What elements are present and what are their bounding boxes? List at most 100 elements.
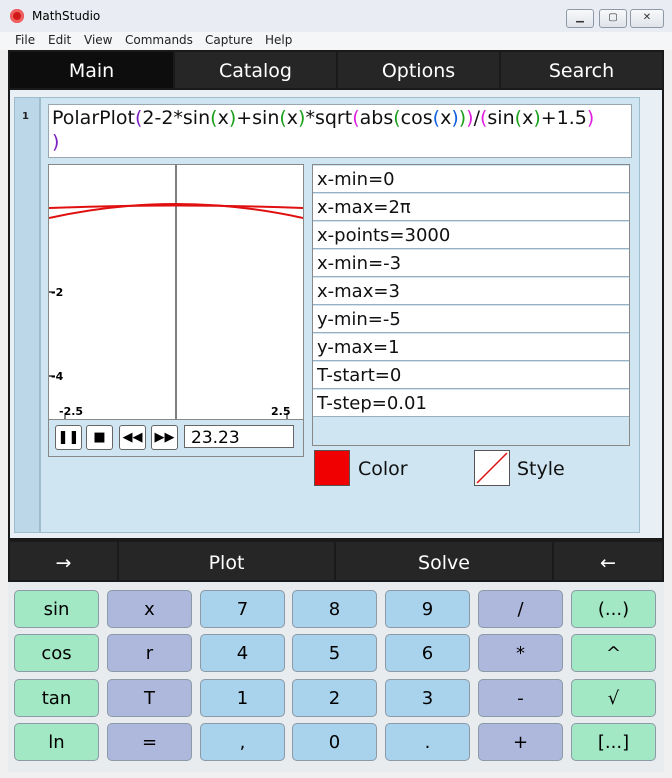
expression-text-continued: )	[52, 131, 60, 153]
tab-catalog[interactable]: Catalog	[175, 52, 336, 88]
param-row[interactable]: y-max=1	[313, 334, 629, 361]
expression-token: PolarPlot	[52, 107, 135, 129]
expression-token: cos	[400, 107, 433, 129]
key-sym-0-6[interactable]: (...)	[571, 590, 656, 628]
menu-edit[interactable]: Edit	[48, 33, 71, 47]
key-6[interactable]: 6	[385, 634, 470, 672]
x-tick-label: -2.5	[59, 405, 83, 418]
key-sin[interactable]: sin	[14, 590, 99, 628]
expression-token: (	[210, 107, 218, 129]
key-7[interactable]: 7	[200, 590, 285, 628]
expression-token: (	[432, 107, 441, 129]
key-0[interactable]: 0	[292, 723, 377, 761]
expression-token: (	[352, 107, 360, 129]
expression-token: x	[217, 107, 229, 129]
line-style-icon	[476, 452, 508, 484]
fast-forward-button[interactable]: ▶▶	[151, 425, 178, 450]
param-row[interactable]: y-min=-5	[313, 306, 629, 333]
key-x[interactable]: x	[107, 590, 192, 628]
expression-token: *sqrt	[305, 107, 353, 129]
color-label: Color	[358, 458, 408, 480]
y-tick-label: -2	[51, 286, 63, 299]
param-row[interactable]: x-max=3	[313, 278, 629, 305]
key-ln[interactable]: ln	[14, 723, 99, 761]
stop-icon: ■	[93, 430, 106, 445]
line-style-swatch[interactable]	[474, 450, 510, 486]
expression-token: )	[466, 107, 474, 129]
menu-commands[interactable]: Commands	[125, 33, 193, 47]
pause-icon: ❚❚	[57, 430, 80, 445]
expression-token: sin	[487, 107, 515, 129]
tab-main[interactable]: Main	[10, 52, 173, 88]
expression-token: abs	[359, 107, 394, 129]
expression-token: )	[451, 107, 459, 129]
key-sym-3-5[interactable]: +	[478, 723, 563, 761]
maximize-button[interactable]: ▢	[599, 9, 627, 28]
param-row[interactable]: T-start=0	[313, 362, 629, 389]
expression-token: x	[286, 107, 299, 129]
key-sym-3-1[interactable]: =	[107, 723, 192, 761]
key-9[interactable]: 9	[385, 590, 470, 628]
expression-text[interactable]: PolarPlot(2-2*sin(x)+sin(x)*sqrt(abs(cos…	[52, 107, 594, 129]
key-2[interactable]: 2	[292, 679, 377, 717]
key-sym-3-2[interactable]: ,	[200, 723, 285, 761]
param-row[interactable]: x-points=3000	[313, 222, 629, 249]
fast-forward-icon: ▶▶	[154, 430, 175, 445]
key-cos[interactable]: cos	[14, 634, 99, 672]
key-sym-3-4[interactable]: .	[385, 723, 470, 761]
tab-search[interactable]: Search	[501, 52, 662, 88]
menu-capture[interactable]: Capture	[205, 33, 253, 47]
param-row[interactable]: x-max=2π	[313, 194, 629, 221]
key-T[interactable]: T	[107, 679, 192, 717]
cell-number: 1	[22, 111, 29, 122]
key-r[interactable]: r	[107, 634, 192, 672]
cell-gutter[interactable]	[14, 97, 40, 533]
window-title: MathStudio	[32, 9, 101, 23]
menu-help[interactable]: Help	[265, 33, 292, 47]
expression-token: x	[440, 107, 452, 129]
expression-token: (	[514, 107, 523, 129]
minimize-button[interactable]: ▁	[566, 9, 594, 28]
key-sym-2-5[interactable]: -	[478, 679, 563, 717]
back-button[interactable]: ←	[554, 542, 662, 580]
next-button[interactable]: →	[10, 542, 117, 580]
key-8[interactable]: 8	[292, 590, 377, 628]
stop-button[interactable]: ■	[86, 425, 113, 450]
key-tan[interactable]: tan	[14, 679, 99, 717]
expression-token: )	[586, 107, 595, 129]
menu-view[interactable]: View	[84, 33, 112, 47]
plot-canvas: -2 -4 -2.5 2.5	[49, 165, 303, 419]
key-sym-1-5[interactable]: *	[478, 634, 563, 672]
key-5[interactable]: 5	[292, 634, 377, 672]
expression-token: )	[533, 107, 541, 129]
style-label: Style	[517, 458, 565, 480]
app-logo-icon	[10, 9, 24, 23]
expression-token: (	[393, 107, 401, 129]
key-4[interactable]: 4	[200, 634, 285, 672]
key-sym-2-6[interactable]: √	[571, 679, 656, 717]
expression-token: 2-2*sin	[142, 107, 211, 129]
time-value-field[interactable]: 23.23	[184, 425, 294, 448]
tab-options[interactable]: Options	[338, 52, 499, 88]
rewind-button[interactable]: ◀◀	[119, 425, 146, 450]
key-sym-1-6[interactable]: ^	[571, 634, 656, 672]
color-swatch[interactable]	[314, 450, 350, 486]
polar-plot-graph[interactable]: -2 -4 -2.5 2.5	[48, 164, 304, 420]
expression-token: (	[279, 107, 287, 129]
param-row[interactable]: x-min=0	[313, 166, 629, 193]
param-row[interactable]: x-min=-3	[313, 250, 629, 277]
key-sym-3-6[interactable]: [...]	[571, 723, 656, 761]
x-tick-label: 2.5	[271, 405, 291, 418]
param-row[interactable]: T-step=0.01	[313, 390, 629, 417]
rewind-icon: ◀◀	[122, 430, 143, 445]
plot-button[interactable]: Plot	[119, 542, 334, 580]
menu-file[interactable]: File	[15, 33, 35, 47]
key-1[interactable]: 1	[200, 679, 285, 717]
y-tick-label: -4	[51, 370, 64, 383]
key-sym-0-5[interactable]: /	[478, 590, 563, 628]
expression-token: x	[522, 107, 534, 129]
close-button[interactable]: ✕	[630, 9, 664, 28]
solve-button[interactable]: Solve	[336, 542, 552, 580]
key-3[interactable]: 3	[385, 679, 470, 717]
pause-button[interactable]: ❚❚	[55, 425, 82, 450]
